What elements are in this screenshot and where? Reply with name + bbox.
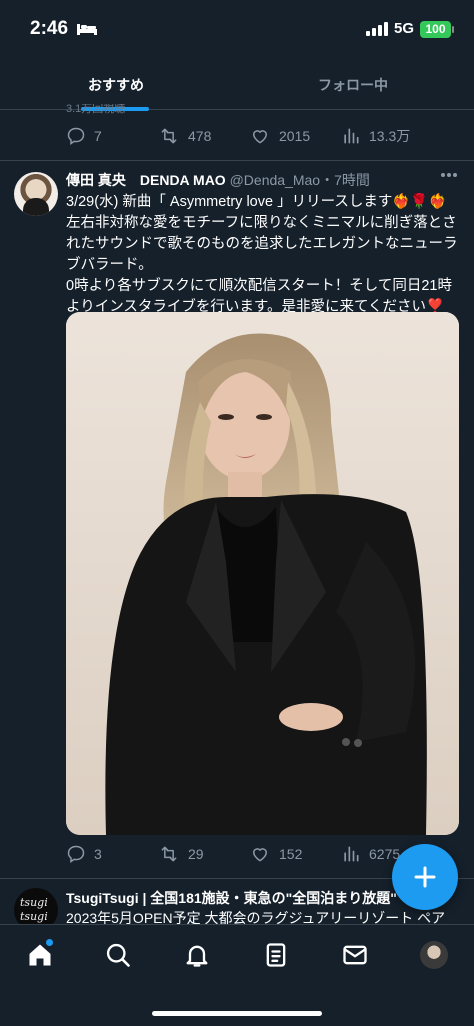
avatar-text: tsugi [20, 910, 48, 923]
avatar[interactable] [14, 172, 58, 216]
retweet-button[interactable]: 29 [158, 844, 204, 864]
tweet-author-handle[interactable]: @Denda_Mao [230, 172, 321, 188]
tweet-divider [0, 160, 474, 161]
search-icon[interactable] [104, 941, 132, 969]
views-button[interactable]: 13.3万 [341, 126, 410, 146]
compose-icon [414, 866, 436, 888]
like-count: 2015 [279, 128, 311, 144]
messages-icon[interactable] [341, 941, 369, 969]
like-icon [252, 848, 268, 862]
like-button[interactable]: 2015 [249, 126, 310, 146]
views-icon [344, 846, 359, 862]
like-count: 152 [279, 846, 303, 862]
portrait-illustration [66, 312, 459, 835]
tweet-header: 傳田 真央 DENDA MAO @Denda_Mao・7時間 [66, 170, 370, 190]
status-bar: 2:46 5G 100 [0, 0, 474, 60]
status-time: 2:46 [30, 18, 69, 39]
retweet-button[interactable]: 478 [158, 126, 211, 146]
reply-icon [67, 127, 85, 145]
tweet-text: 3/29(水) 新曲「 Asymmetry love 」リリースします❤️‍🔥🌹… [66, 192, 462, 318]
profile-avatar[interactable] [420, 941, 448, 969]
battery-tip [452, 26, 454, 33]
reply-count: 3 [94, 846, 102, 862]
views-icon [344, 128, 359, 144]
views-count: 13.3万 [369, 128, 411, 144]
home-indicator [152, 1011, 322, 1016]
notifications-icon[interactable] [183, 941, 211, 969]
views-button[interactable]: 6275 [341, 844, 400, 864]
retweet-icon [161, 846, 177, 862]
tab-recommended[interactable]: おすすめ [88, 75, 144, 95]
bed-icon [77, 24, 97, 35]
tab-following[interactable]: フォロー中 [318, 75, 388, 95]
prev-tweet-cut-text: 3.1万回視聴 [66, 104, 126, 114]
network-type: 5G [394, 20, 415, 37]
reply-button[interactable]: 7 [66, 126, 102, 146]
compose-button[interactable] [392, 844, 458, 910]
prev-tweet-actions: 7 478 2015 13.3万 [66, 126, 466, 150]
avatar-text: tsugi [20, 896, 48, 909]
battery-indicator: 100 [420, 21, 451, 38]
reply-count: 7 [94, 128, 102, 144]
tweet-timestamp: ・7時間 [320, 172, 370, 188]
signal-icon [366, 22, 388, 36]
tweet-text-line: 3/29(水) 新曲「 Asymmetry love 」リリースします❤️‍🔥🌹… [66, 194, 447, 210]
notification-dot [46, 939, 53, 946]
tweet-text-line: 左右非対称な愛をモチーフに限りなくミニマルに削ぎ落とされたサウンドで歌そのものを… [66, 215, 458, 273]
lists-icon[interactable] [262, 941, 290, 969]
like-icon [252, 130, 268, 144]
tweet-author-name[interactable]: 傳田 真央 DENDA MAO [66, 172, 226, 188]
bottom-navigation [0, 924, 474, 1026]
more-icon[interactable] [440, 172, 458, 178]
timeline-tabs: おすすめ フォロー中 [0, 60, 474, 111]
retweet-count: 29 [188, 846, 204, 862]
retweet-count: 478 [188, 128, 212, 144]
tweet-photo[interactable] [66, 312, 459, 835]
reply-icon [67, 845, 85, 863]
retweet-icon [161, 128, 177, 144]
like-button[interactable]: 152 [249, 844, 302, 864]
reply-button[interactable]: 3 [66, 844, 102, 864]
